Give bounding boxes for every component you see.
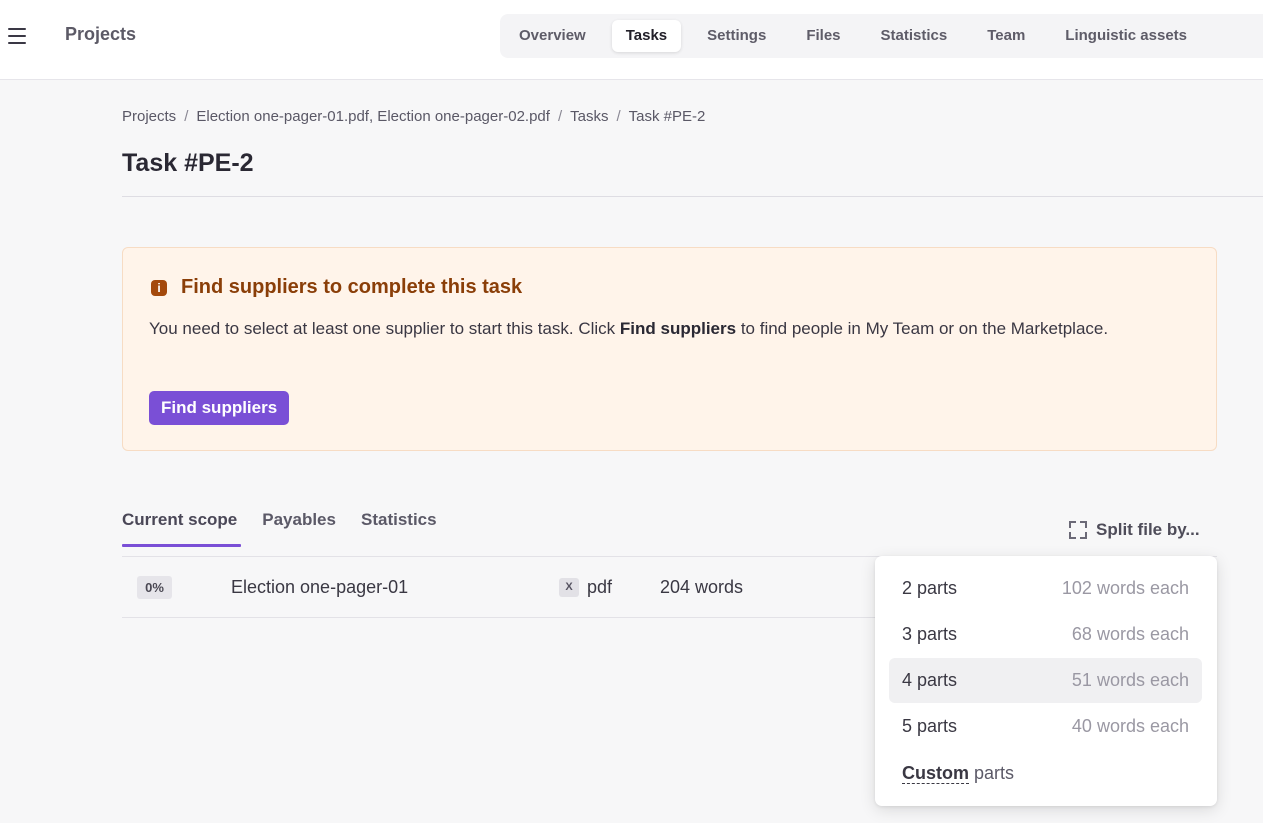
breadcrumb-projects[interactable]: Projects [122,108,176,125]
split-option-words: 40 words each [1071,716,1189,736]
tab-team[interactable]: Team [973,20,1039,52]
split-option-label: 4 parts [902,670,958,690]
tab-current-scope[interactable]: Current scope [122,510,242,547]
breadcrumb-separator: / [184,108,189,125]
divider [122,196,1263,197]
split-option-custom[interactable]: Custom parts [902,763,1014,784]
alert-message-text: to find people in My Team or on the Mark… [736,319,1109,338]
info-icon: i [151,280,167,296]
tab-overview[interactable]: Overview [505,20,600,52]
custom-suffix: parts [974,763,1015,783]
file-type-icon: X [559,578,579,597]
top-bar: Projects Overview Tasks Settings Files S… [0,0,1263,80]
breadcrumb-separator: / [557,108,563,125]
split-option-words: 68 words each [1071,624,1189,644]
file-name: Election one-pager-01 [231,577,409,597]
alert-message-emphasis: Find suppliers [619,319,737,338]
breadcrumb-project-files[interactable]: Election one-pager-01.pdf, Election one-… [196,108,550,125]
find-suppliers-button[interactable]: Find suppliers [149,391,290,425]
split-option-5-parts[interactable]: 5 parts 40 words each [889,704,1202,749]
split-option-label: 2 parts [902,578,958,598]
alert-title: Find suppliers to complete this task [181,276,523,298]
custom-link[interactable]: Custom [902,763,969,784]
split-file-button[interactable]: Split file by... [1069,520,1200,540]
hamburger-menu-icon[interactable] [8,28,26,44]
divider [122,617,882,618]
tab-statistics-sub[interactable]: Statistics [361,510,437,544]
tab-statistics[interactable]: Statistics [867,20,962,52]
progress-badge: 0% [137,576,172,599]
breadcrumb-separator: / [616,108,621,125]
breadcrumb-current-task: Task #PE-2 [628,108,706,125]
split-option-words: 51 words each [1071,670,1189,690]
tab-payables[interactable]: Payables [262,510,336,544]
tab-files[interactable]: Files [792,20,854,52]
tab-linguistic-assets[interactable]: Linguistic assets [1051,20,1201,52]
breadcrumb: Projects / Election one-pager-01.pdf, El… [122,108,705,125]
top-navigation: Overview Tasks Settings Files Statistics… [500,14,1263,58]
split-option-3-parts[interactable]: 3 parts 68 words each [889,612,1202,657]
split-option-4-parts[interactable]: 4 parts 51 words each [889,658,1202,703]
app-title: Projects [65,24,137,44]
split-option-words: 102 words each [1061,578,1189,598]
alert-message: You need to select at least one supplier… [149,316,1159,341]
split-option-label: 3 parts [902,624,958,644]
split-option-2-parts[interactable]: 2 parts 102 words each [889,566,1202,611]
find-suppliers-alert: i Find suppliers to complete this task Y… [122,247,1217,451]
split-options-menu: 2 parts 102 words each 3 parts 68 words … [875,556,1217,806]
task-subtabs: Current scope Payables Statistics [122,510,437,547]
split-option-label: 5 parts [902,716,958,736]
tab-settings[interactable]: Settings [693,20,780,52]
split-icon [1069,521,1087,539]
alert-message-text: You need to select at least one supplier… [149,319,620,338]
file-type: pdf [587,577,613,597]
tab-tasks[interactable]: Tasks [611,20,682,52]
breadcrumb-tasks[interactable]: Tasks [570,108,608,125]
split-file-label: Split file by... [1096,520,1200,539]
page-title: Task #PE-2 [122,149,254,177]
word-count: 204 words [660,577,744,597]
